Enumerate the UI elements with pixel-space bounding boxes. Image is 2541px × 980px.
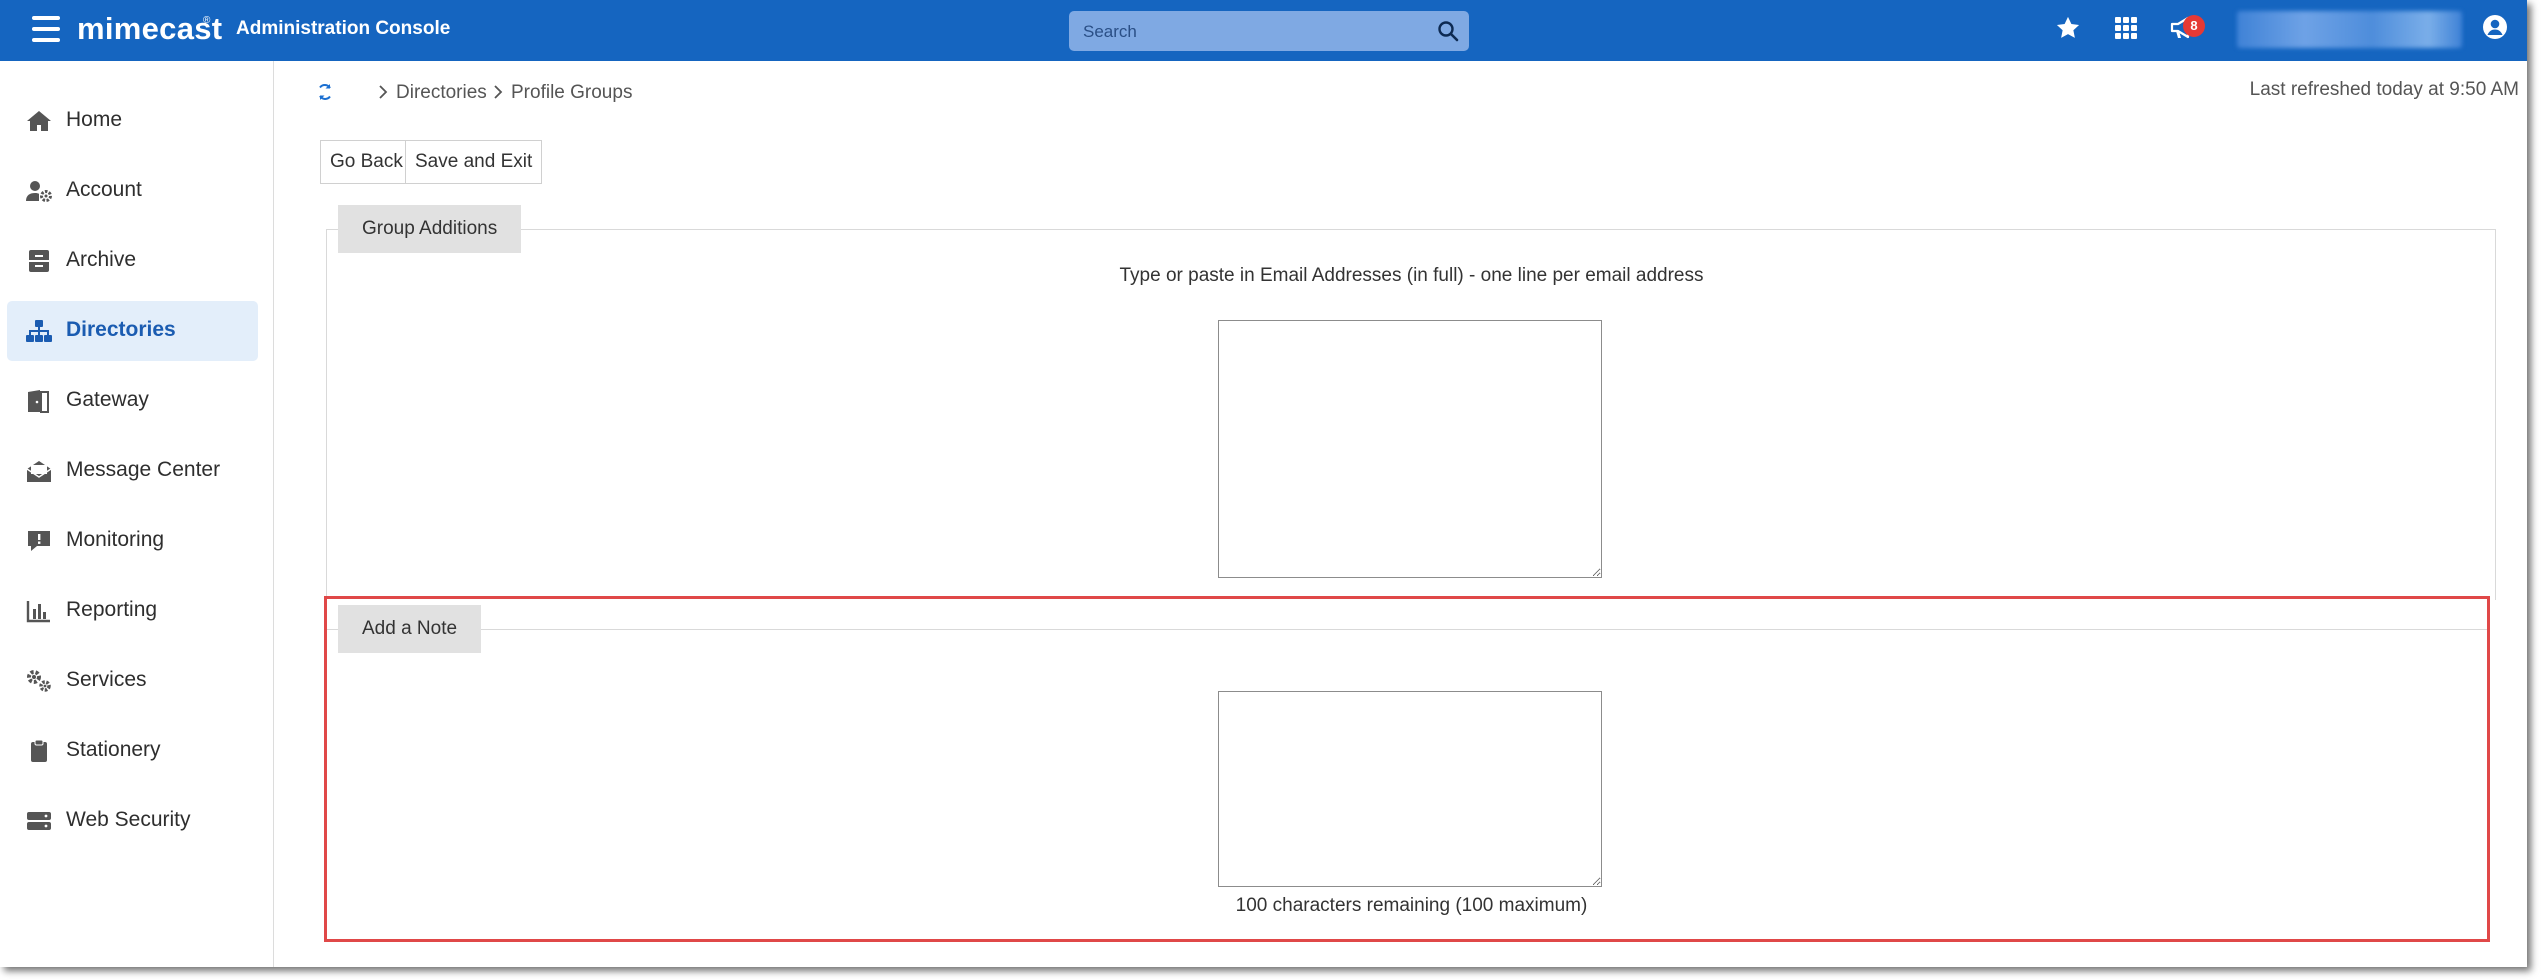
account-gear-icon bbox=[26, 181, 52, 202]
user-name-redacted[interactable] bbox=[2237, 11, 2462, 48]
gears-icon bbox=[27, 670, 51, 692]
brand-logo[interactable]: mimecast bbox=[77, 11, 222, 47]
sidebar-item-account[interactable]: Account bbox=[7, 161, 258, 221]
envelope-open-icon bbox=[26, 461, 52, 482]
favorites-star-icon[interactable] bbox=[2054, 14, 2082, 42]
server-icon bbox=[27, 812, 51, 830]
clipboard-icon bbox=[31, 739, 47, 762]
search-icon[interactable] bbox=[1437, 20, 1459, 42]
notification-badge[interactable]: 8 bbox=[2183, 15, 2205, 37]
brand-registered-mark: ® bbox=[203, 15, 211, 26]
group-additions-instructions: Type or paste in Email Addresses (in ful… bbox=[1119, 265, 1704, 286]
top-bar: mimecast ® Administration Console 8 bbox=[0, 0, 2527, 61]
app-grid-icon[interactable] bbox=[2114, 16, 2138, 40]
email-addresses-textarea[interactable] bbox=[1218, 320, 1602, 578]
sidebar-item-stationery[interactable]: Stationery bbox=[7, 721, 258, 781]
sidebar-item-services[interactable]: Services bbox=[7, 651, 258, 711]
sidebar-item-reporting[interactable]: Reporting bbox=[7, 581, 258, 641]
go-back-button[interactable]: Go Back bbox=[320, 140, 413, 184]
sidebar-item-home[interactable]: Home bbox=[7, 91, 258, 151]
add-note-title: Add a Note bbox=[338, 605, 482, 653]
refresh-icon[interactable] bbox=[316, 83, 334, 101]
chevron-right-icon bbox=[494, 85, 503, 99]
user-account-icon[interactable] bbox=[2481, 13, 2509, 41]
sidebar-item-directories[interactable]: Directories bbox=[7, 301, 258, 361]
sidebar-nav: Home Account Archive Directories Gateway… bbox=[0, 61, 274, 967]
sidebar-item-label: Message Center bbox=[66, 458, 221, 481]
sidebar-item-label: Gateway bbox=[66, 388, 149, 411]
bar-chart-icon bbox=[26, 601, 50, 623]
monitoring-alert-icon bbox=[28, 531, 50, 551]
sidebar-item-message-center[interactable]: Message Center bbox=[7, 441, 258, 501]
search-input[interactable] bbox=[1081, 18, 1425, 46]
sidebar-item-label: Web Security bbox=[66, 808, 191, 831]
sidebar-item-label: Directories bbox=[66, 318, 176, 341]
gateway-door-icon bbox=[28, 390, 49, 413]
group-additions-title: Group Additions bbox=[338, 205, 522, 253]
hamburger-menu-icon[interactable] bbox=[32, 16, 60, 42]
sidebar-item-monitoring[interactable]: Monitoring bbox=[7, 511, 258, 571]
app-window: mimecast ® Administration Console 8 bbox=[0, 0, 2527, 967]
save-and-exit-button[interactable]: Save and Exit bbox=[405, 140, 543, 184]
sidebar-item-web-security[interactable]: Web Security bbox=[7, 791, 258, 851]
last-refreshed-status: Last refreshed today at 9:50 AM bbox=[2249, 79, 2519, 100]
sidebar-item-label: Account bbox=[66, 178, 142, 201]
console-title: Administration Console bbox=[236, 18, 451, 39]
home-icon bbox=[27, 111, 51, 131]
directory-tree-icon bbox=[26, 320, 52, 342]
breadcrumb-profile-groups: Profile Groups bbox=[511, 82, 633, 103]
note-textarea[interactable] bbox=[1218, 691, 1602, 887]
note-character-counter: 100 characters remaining (100 maximum) bbox=[1235, 895, 1588, 916]
sidebar-item-label: Monitoring bbox=[66, 528, 165, 551]
sidebar-item-gateway[interactable]: Gateway bbox=[7, 371, 258, 431]
global-search bbox=[1069, 11, 1469, 51]
chevron-right-icon bbox=[379, 85, 388, 99]
sidebar-item-label: Home bbox=[66, 108, 123, 131]
breadcrumb-directories[interactable]: Directories bbox=[396, 82, 487, 104]
sidebar-item-label: Reporting bbox=[66, 598, 158, 621]
sidebar-item-label: Stationery bbox=[66, 738, 161, 761]
sidebar-item-label: Services bbox=[66, 668, 147, 691]
